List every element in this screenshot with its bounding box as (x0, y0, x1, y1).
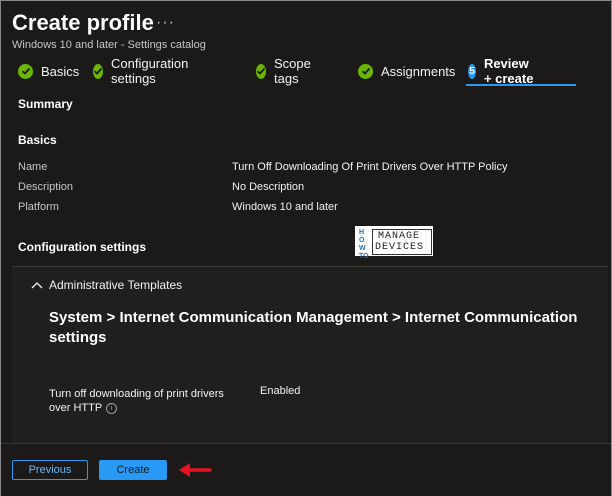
setting-label: Turn off downloading of print drivers ov… (49, 388, 224, 414)
configuration-settings-heading: Configuration settings (18, 240, 146, 254)
check-icon (256, 63, 266, 79)
step-assignments[interactable]: Assignments (358, 60, 455, 82)
create-button[interactable]: Create (99, 460, 167, 480)
chevron-up-icon[interactable] (30, 279, 44, 291)
footer-bar (1, 443, 611, 496)
info-icon[interactable]: i (106, 402, 118, 414)
step-number-badge: 5 (468, 63, 476, 79)
name-label: Name (18, 161, 48, 173)
step-label: Scope tags (274, 56, 311, 86)
step-label: Configuration settings (111, 56, 189, 86)
step-label: Assignments (381, 63, 456, 79)
description-label: Description (18, 181, 74, 193)
step-review-create[interactable]: 5 Review + create (468, 56, 536, 86)
logo-devices-text: DEVICES (375, 242, 425, 253)
check-icon (358, 63, 373, 79)
administrative-templates-group[interactable]: Administrative Templates (49, 278, 182, 292)
logo-how-to-text: HOW TO (359, 229, 369, 260)
active-step-indicator (466, 84, 576, 86)
basics-heading: Basics (18, 133, 57, 147)
check-icon (18, 63, 33, 79)
previous-button[interactable]: Previous (12, 460, 88, 480)
step-label: Basics (41, 63, 80, 79)
setting-value: Enabled (260, 385, 301, 397)
setting-category-path: System > Internet Communication Manageme… (49, 309, 578, 346)
step-label: Review + create (483, 56, 534, 86)
configuration-panel (12, 266, 608, 443)
summary-heading: Summary (18, 97, 73, 111)
description-value: No Description (232, 181, 305, 193)
page-subtitle: Windows 10 and later - Settings catalog (12, 39, 206, 51)
check-icon (93, 63, 103, 79)
step-scope-tags[interactable]: Scope tags (256, 56, 316, 86)
setting-row: Turn off downloading of print drivers ov… (49, 387, 239, 415)
page-title: Create profile (12, 10, 154, 35)
step-configuration-settings[interactable]: Configuration settings (93, 56, 193, 86)
platform-value: Windows 10 and later (232, 201, 338, 213)
platform-label: Platform (18, 201, 59, 213)
more-options-icon[interactable]: ··· (156, 14, 175, 32)
logo-box: MANAGE DEVICES (372, 229, 432, 255)
annotation-arrow-icon (179, 463, 212, 477)
step-basics[interactable]: Basics (18, 60, 79, 82)
howto-manage-devices-logo: HOW TO MANAGE DEVICES (355, 226, 433, 260)
logo-manage-text: MANAGE (378, 231, 421, 242)
name-value: Turn Off Downloading Of Print Drivers Ov… (232, 161, 508, 173)
